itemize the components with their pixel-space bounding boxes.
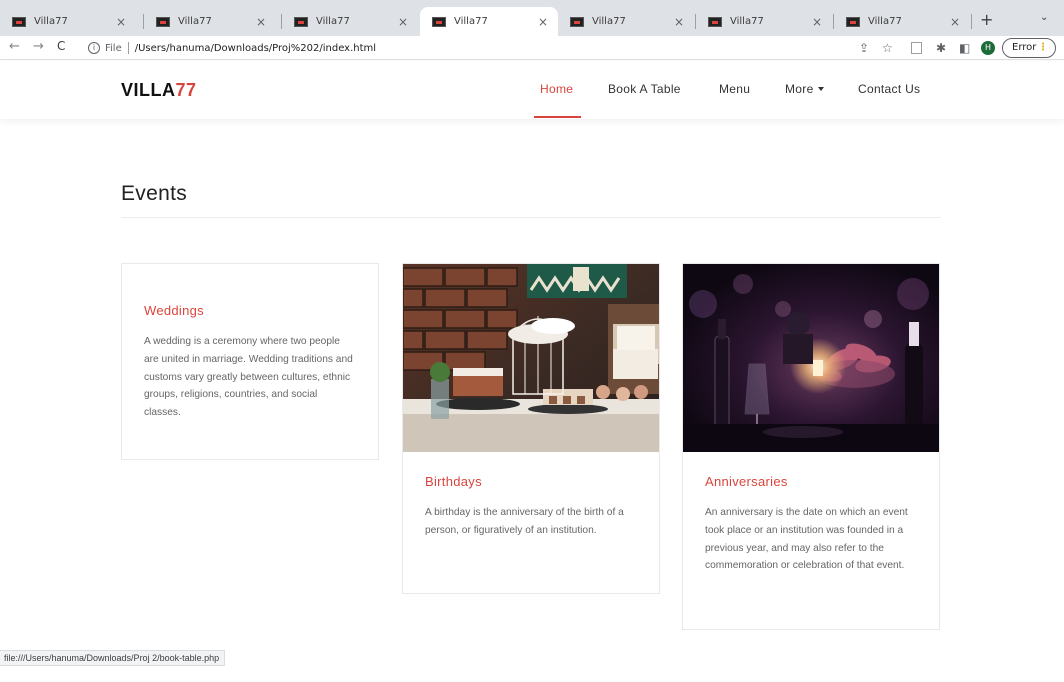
tab-title: Villa77: [34, 16, 68, 27]
tab-title: Villa77: [592, 16, 626, 27]
back-arrow-icon[interactable]: ←: [9, 39, 20, 54]
card-title: Anniversaries: [705, 474, 788, 489]
event-card-anniversaries: Anniversaries An anniversary is the date…: [682, 263, 940, 630]
event-card-birthdays: Birthdays A birthday is the anniversary …: [402, 263, 660, 594]
close-tab-icon[interactable]: ×: [950, 15, 960, 29]
error-label: Error: [1012, 42, 1037, 53]
card-description: An anniversary is the date on which an e…: [705, 507, 908, 572]
reading-extension-icon[interactable]: [911, 42, 922, 54]
tab-separator: [971, 14, 972, 29]
browser-tab[interactable]: Villa77 ×: [834, 7, 970, 36]
browser-toolbar: ← → C i File /Users/hanuma/Downloads/Pro…: [0, 36, 1064, 60]
browser-tab[interactable]: Villa77 ×: [696, 7, 832, 36]
tab-title: Villa77: [730, 16, 764, 27]
card-title: Weddings: [144, 303, 204, 318]
new-tab-icon[interactable]: +: [980, 10, 993, 29]
villa77-favicon-icon: [12, 16, 26, 27]
card-description: A wedding is a ceremony where two people…: [144, 336, 353, 419]
active-nav-indicator: [534, 116, 581, 118]
url-divider: [127, 42, 129, 54]
browser-tab-strip: Villa77 × Villa77 × Villa77 × Villa77 × …: [0, 0, 1064, 36]
link-hover-status-bar: file:///Users/hanuma/Downloads/Proj 2/bo…: [0, 650, 226, 666]
caret-down-icon: [817, 87, 824, 91]
dessert-table-image: [403, 264, 659, 452]
card-title: Birthdays: [425, 474, 482, 489]
villa77-favicon-icon: [432, 16, 446, 27]
bookmark-star-icon[interactable]: ☆: [882, 41, 893, 55]
close-tab-icon[interactable]: ×: [256, 15, 266, 29]
nav-home[interactable]: Home: [540, 82, 573, 96]
logo-accent-text: 77: [175, 80, 197, 100]
close-tab-icon[interactable]: ×: [674, 15, 684, 29]
nav-book-a-table[interactable]: Book A Table: [608, 82, 681, 96]
browser-tab[interactable]: Villa77 ×: [558, 7, 694, 36]
event-card-weddings: Weddings A wedding is a ceremony where t…: [121, 263, 379, 460]
browser-tab[interactable]: Villa77 ×: [0, 7, 136, 36]
card-description: A birthday is the anniversary of the bir…: [425, 507, 624, 536]
dessert-table-photo: [403, 264, 659, 452]
nav-menu[interactable]: Menu: [719, 82, 750, 96]
address-bar[interactable]: i File /Users/hanuma/Downloads/Proj%202/…: [80, 38, 900, 58]
logo-main-text: VILLA: [121, 80, 176, 100]
tab-title: Villa77: [454, 16, 488, 27]
villa77-favicon-icon: [846, 16, 860, 27]
section-divider: [121, 217, 941, 218]
nav-more-label: More: [785, 82, 814, 96]
extensions-puzzle-icon[interactable]: ✱: [936, 41, 946, 55]
tab-title: Villa77: [316, 16, 350, 27]
section-title: Events: [121, 182, 187, 205]
candlelit-dinner-photo: [683, 264, 939, 452]
tab-search-icon[interactable]: ⌄: [1040, 12, 1048, 23]
candlelit-dinner-image: [683, 264, 939, 452]
tab-title: Villa77: [178, 16, 212, 27]
villa77-favicon-icon: [294, 16, 308, 27]
site-info-icon[interactable]: i: [88, 42, 100, 54]
close-tab-icon[interactable]: ×: [116, 15, 126, 29]
villa77-favicon-icon: [570, 16, 584, 27]
side-panel-icon[interactable]: ◧: [959, 41, 970, 55]
profile-avatar[interactable]: H: [981, 41, 995, 55]
site-logo[interactable]: VILLA77: [121, 80, 197, 101]
browser-tab[interactable]: Villa77 ×: [282, 7, 418, 36]
error-button[interactable]: Error ⋮: [1002, 38, 1056, 58]
close-tab-icon[interactable]: ×: [538, 15, 548, 29]
villa77-favicon-icon: [156, 16, 170, 27]
close-tab-icon[interactable]: ×: [812, 15, 822, 29]
nav-more-dropdown[interactable]: More: [785, 82, 824, 96]
share-icon[interactable]: ⇪: [859, 41, 869, 55]
more-menu-icon[interactable]: ⋮: [1038, 39, 1048, 57]
browser-tab[interactable]: Villa77 ×: [144, 7, 276, 36]
url-text[interactable]: /Users/hanuma/Downloads/Proj%202/index.h…: [135, 43, 376, 54]
browser-tab-active[interactable]: Villa77 ×: [420, 7, 558, 36]
villa77-favicon-icon: [708, 16, 722, 27]
forward-arrow-icon[interactable]: →: [33, 39, 44, 54]
nav-contact-us[interactable]: Contact Us: [858, 82, 920, 96]
url-scheme-label: File: [105, 42, 122, 54]
close-tab-icon[interactable]: ×: [398, 15, 408, 29]
reload-icon[interactable]: C: [57, 39, 65, 53]
site-header: VILLA77 Home Book A Table Menu More Cont…: [0, 61, 1064, 119]
tab-title: Villa77: [868, 16, 902, 27]
